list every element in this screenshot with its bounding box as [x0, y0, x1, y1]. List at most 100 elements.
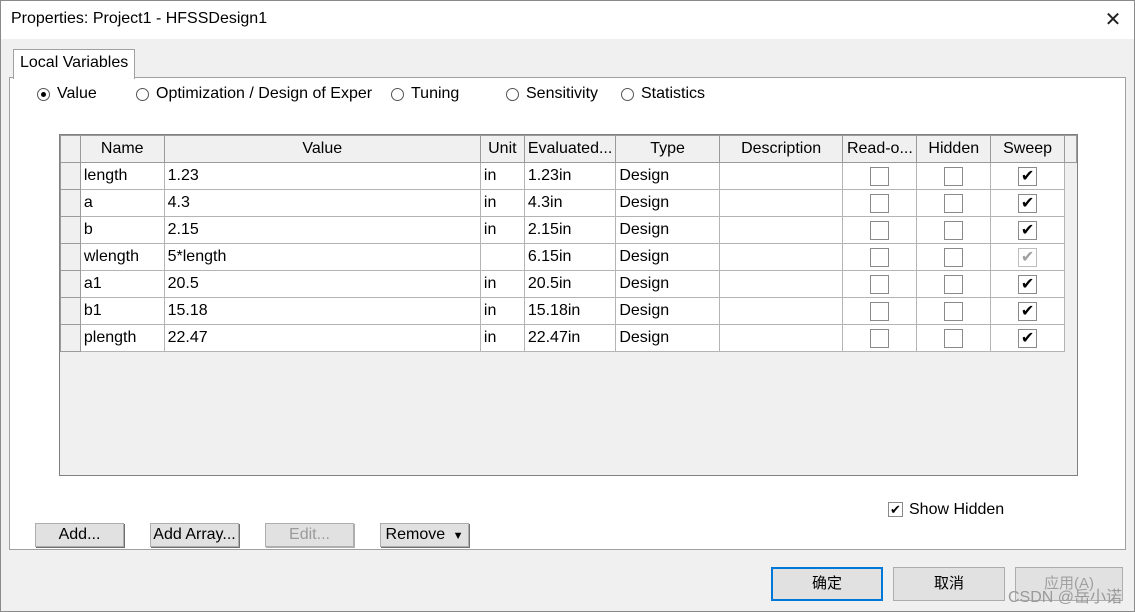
hidden-checkbox[interactable]	[944, 166, 964, 186]
column-header[interactable]: Sweep	[990, 135, 1065, 163]
column-header[interactable]: Unit	[479, 135, 525, 163]
table-row[interactable]: a1 20.5 in 20.5in Design ✔	[60, 270, 1077, 298]
radio-button[interactable]	[37, 88, 50, 101]
column-header[interactable]: Name	[79, 135, 165, 163]
type-cell[interactable]: Design	[615, 297, 720, 325]
readonly-checkbox[interactable]	[870, 301, 890, 321]
value-cell[interactable]: 2.15	[163, 216, 481, 244]
sweep-checkbox[interactable]: ✔	[1018, 193, 1038, 213]
row-header[interactable]	[60, 216, 81, 244]
readonly-checkbox[interactable]	[870, 193, 890, 213]
unit-cell[interactable]: in	[479, 324, 525, 352]
table-row[interactable]: b1 15.18 in 15.18in Design ✔	[60, 297, 1077, 325]
unit-cell[interactable]: in	[479, 189, 525, 217]
name-cell[interactable]: a	[79, 189, 165, 217]
hidden-checkbox[interactable]	[944, 274, 964, 294]
name-cell[interactable]: wlength	[79, 243, 165, 271]
type-cell[interactable]: Design	[615, 189, 720, 217]
row-header[interactable]	[60, 162, 81, 190]
type-cell[interactable]: Design	[615, 324, 720, 352]
evaluated-cell[interactable]: 6.15in	[523, 243, 617, 271]
value-cell[interactable]: 4.3	[163, 189, 481, 217]
description-cell[interactable]	[718, 243, 844, 271]
name-cell[interactable]: length	[79, 162, 165, 190]
evaluated-cell[interactable]: 4.3in	[523, 189, 617, 217]
column-header[interactable]: Value	[163, 135, 481, 163]
sweep-checkbox[interactable]: ✔	[1018, 166, 1038, 186]
unit-cell[interactable]: in	[479, 297, 525, 325]
row-header[interactable]	[60, 243, 81, 271]
tab-local-variables[interactable]: Local Variables	[13, 49, 135, 79]
row-header[interactable]	[60, 324, 81, 352]
ok-button[interactable]: 确定	[771, 567, 883, 601]
column-header[interactable]: Type	[615, 135, 720, 163]
readonly-checkbox[interactable]	[870, 328, 890, 348]
unit-cell[interactable]: in	[479, 162, 525, 190]
name-cell[interactable]: b1	[79, 297, 165, 325]
value-cell[interactable]: 15.18	[163, 297, 481, 325]
column-header[interactable]: Evaluated...	[523, 135, 617, 163]
unit-cell[interactable]: in	[479, 270, 525, 298]
value-cell[interactable]: 1.23	[163, 162, 481, 190]
hidden-checkbox[interactable]	[944, 301, 964, 321]
evaluated-cell[interactable]: 2.15in	[523, 216, 617, 244]
table-row[interactable]: plength 22.47 in 22.47in Design ✔	[60, 324, 1077, 352]
readonly-checkbox[interactable]	[870, 220, 890, 240]
edit-button[interactable]: Edit...	[265, 523, 354, 547]
row-header[interactable]	[60, 270, 81, 298]
description-cell[interactable]	[718, 270, 844, 298]
sweep-checkbox[interactable]: ✔	[1018, 328, 1038, 348]
sweep-checkbox[interactable]: ✔	[1018, 274, 1038, 294]
radio-button[interactable]	[391, 88, 404, 101]
add-button[interactable]: Add...	[35, 523, 124, 547]
description-cell[interactable]	[718, 216, 844, 244]
hidden-checkbox[interactable]	[944, 220, 964, 240]
description-cell[interactable]	[718, 324, 844, 352]
unit-cell[interactable]: in	[479, 216, 525, 244]
hidden-checkbox[interactable]	[944, 193, 964, 213]
value-cell[interactable]: 20.5	[163, 270, 481, 298]
value-cell[interactable]: 22.47	[163, 324, 481, 352]
hidden-checkbox[interactable]	[944, 247, 964, 267]
table-row[interactable]: wlength 5*length 6.15in Design ✔	[60, 243, 1077, 271]
remove-button[interactable]: Remove ▼	[380, 523, 469, 547]
type-cell[interactable]: Design	[615, 270, 720, 298]
sweep-checkbox[interactable]: ✔	[1018, 301, 1038, 321]
type-cell[interactable]: Design	[615, 243, 720, 271]
readonly-checkbox[interactable]	[870, 247, 890, 267]
show-hidden-checkbox[interactable]: ✔	[888, 502, 903, 518]
name-cell[interactable]: a1	[79, 270, 165, 298]
table-row[interactable]: length 1.23 in 1.23in Design ✔	[60, 162, 1077, 190]
table-row[interactable]: b 2.15 in 2.15in Design ✔	[60, 216, 1077, 244]
table-row[interactable]: a 4.3 in 4.3in Design ✔	[60, 189, 1077, 217]
type-cell[interactable]: Design	[615, 216, 720, 244]
sweep-checkbox[interactable]: ✔	[1018, 247, 1038, 267]
name-cell[interactable]: plength	[79, 324, 165, 352]
evaluated-cell[interactable]: 1.23in	[523, 162, 617, 190]
description-cell[interactable]	[718, 189, 844, 217]
sweep-checkbox[interactable]: ✔	[1018, 220, 1038, 240]
type-cell[interactable]: Design	[615, 162, 720, 190]
radio-button[interactable]	[506, 88, 519, 101]
column-header[interactable]: Description	[718, 135, 844, 163]
cancel-button[interactable]: 取消	[893, 567, 1005, 601]
column-header[interactable]: Hidden	[916, 135, 992, 163]
row-header[interactable]	[60, 189, 81, 217]
unit-cell[interactable]	[479, 243, 525, 271]
readonly-checkbox[interactable]	[870, 166, 890, 186]
description-cell[interactable]	[718, 297, 844, 325]
add-array-button[interactable]: Add Array...	[150, 523, 239, 547]
radio-button[interactable]	[136, 88, 149, 101]
column-header[interactable]: Read-o...	[842, 135, 918, 163]
readonly-checkbox[interactable]	[870, 274, 890, 294]
hidden-checkbox[interactable]	[944, 328, 964, 348]
description-cell[interactable]	[718, 162, 844, 190]
name-cell[interactable]: b	[79, 216, 165, 244]
value-cell[interactable]: 5*length	[163, 243, 481, 271]
evaluated-cell[interactable]: 20.5in	[523, 270, 617, 298]
show-hidden-option[interactable]: ✔ Show Hidden	[888, 501, 1004, 519]
row-header[interactable]	[60, 297, 81, 325]
evaluated-cell[interactable]: 15.18in	[523, 297, 617, 325]
radio-button[interactable]	[621, 88, 634, 101]
evaluated-cell[interactable]: 22.47in	[523, 324, 617, 352]
